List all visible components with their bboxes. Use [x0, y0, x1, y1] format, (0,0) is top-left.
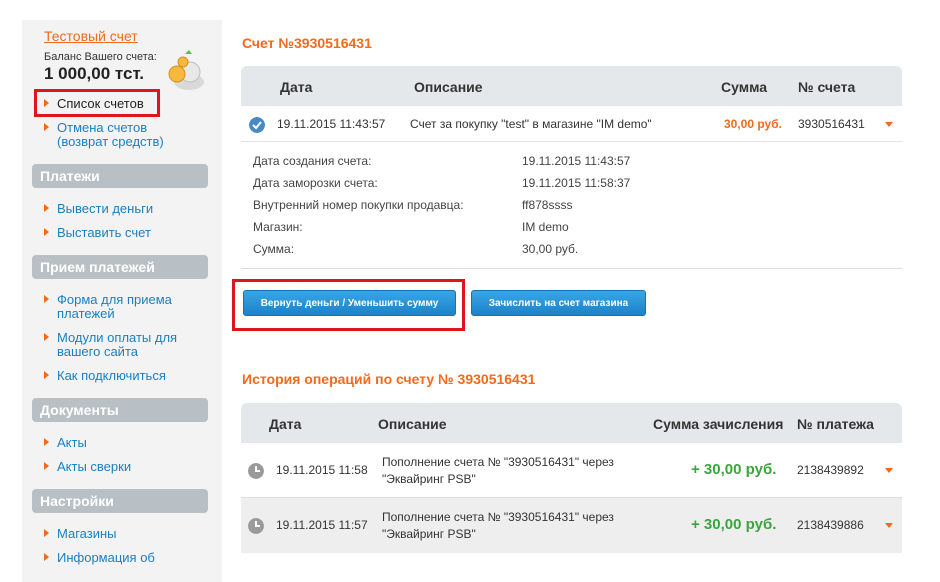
arrow-right-icon [44, 228, 49, 236]
arrow-right-icon [44, 204, 49, 212]
arrow-right-icon [44, 295, 49, 303]
sidebar-item-label: Вывести деньги [57, 201, 154, 216]
arrow-right-icon [44, 371, 49, 379]
sidebar-item-info[interactable]: Информация об [44, 551, 155, 565]
history-num: 2138439886 [797, 518, 864, 532]
expand-caret-icon[interactable] [885, 122, 893, 127]
detail-label: Внутренний номер покупки продавца: [253, 198, 464, 212]
divider [241, 268, 902, 269]
history-date: 19.11.2015 11:58 [276, 463, 368, 477]
history-desc-line2: "Эквайринг PSB" [382, 527, 476, 541]
detail-label: Магазин: [253, 220, 303, 234]
clock-icon [248, 463, 264, 479]
history-desc-line1: Пополнение счета № "3930516431" через [382, 510, 614, 524]
arrow-right-icon [44, 529, 49, 537]
sidebar-item-payment-modules[interactable]: Модули оплаты для вашего сайта [44, 331, 197, 359]
history-num: 2138439892 [797, 463, 864, 477]
expand-caret-icon[interactable] [885, 523, 893, 528]
invoice-title: Счет №3930516431 [242, 35, 372, 51]
detail-label: Сумма: [253, 242, 295, 256]
sidebar-item-label: Отмена счетов (возврат средств) [57, 120, 164, 149]
detail-value: IM demo [522, 220, 569, 234]
arrow-right-icon [44, 123, 49, 131]
balance-value: 1 000,00 тст. [44, 64, 145, 83]
detail-value: 30,00 руб. [522, 242, 579, 256]
section-header-documents: Документы [32, 398, 208, 422]
sidebar-item-issue-invoice[interactable]: Выставить счет [44, 226, 151, 240]
sidebar-item-reconciliation[interactable]: Акты сверки [44, 460, 131, 474]
invoice-table-header: Дата Описание Сумма № счета [241, 66, 902, 106]
sidebar-item-cancel-invoices[interactable]: Отмена счетов (возврат средств) [44, 121, 197, 149]
arrow-right-icon [44, 462, 49, 470]
check-icon [249, 117, 265, 133]
highlight-box [232, 279, 465, 331]
detail-value: 19.11.2015 11:58:37 [522, 176, 631, 190]
section-header-accept-payments: Прием платежей [32, 255, 208, 279]
col-desc: Описание [414, 79, 483, 95]
history-row[interactable]: 19.11.2015 11:57 Пополнение счета № "393… [241, 498, 902, 553]
sidebar-item-label: Акты сверки [57, 459, 132, 474]
detail-value: 19.11.2015 11:43:57 [522, 154, 631, 168]
sidebar-item-label: Форма для приема платежей [57, 292, 172, 321]
detail-label: Дата создания счета: [253, 154, 372, 168]
history-desc-line1: Пополнение счета № "3930516431" через [382, 455, 614, 469]
credit-shop-button[interactable]: Зачислить на счет магазина [471, 290, 646, 316]
sidebar-item-label: Модули оплаты для вашего сайта [57, 330, 178, 359]
history-sum: + 30,00 руб. [691, 461, 777, 478]
invoice-desc: Счет за покупку "test" в магазине "IM de… [410, 117, 652, 131]
history-table-header: Дата Описание Сумма зачисления № платежа [241, 403, 902, 443]
detail-label: Дата заморозки счета: [253, 176, 378, 190]
arrow-right-icon [44, 438, 49, 446]
highlight-box [241, 548, 902, 551]
sidebar-item-withdraw[interactable]: Вывести деньги [44, 202, 153, 216]
history-desc-line2: "Эквайринг PSB" [382, 472, 476, 486]
balance-label: Баланс Вашего счета: [44, 51, 157, 63]
account-title-link[interactable]: Тестовый счет [44, 28, 138, 44]
highlight-box [34, 89, 160, 117]
sidebar-item-how-to-connect[interactable]: Как подключиться [44, 369, 166, 383]
section-header-settings: Настройки [32, 489, 208, 513]
sidebar-item-label: Выставить счет [57, 225, 151, 240]
sidebar-item-shops[interactable]: Магазины [44, 527, 117, 541]
col-num: № платежа [797, 416, 874, 432]
history-row[interactable]: 19.11.2015 11:58 Пополнение счета № "393… [241, 443, 902, 498]
sidebar-item-payment-form[interactable]: Форма для приема платежей [44, 293, 197, 321]
expand-caret-icon[interactable] [885, 468, 893, 473]
invoice-sum: 30,00 руб. [724, 117, 782, 131]
arrow-right-icon [44, 553, 49, 561]
clock-icon [248, 518, 264, 534]
col-desc: Описание [378, 416, 447, 432]
history-sum: + 30,00 руб. [691, 516, 777, 533]
history-title: История операций по счету № 3930516431 [242, 371, 536, 387]
arrow-right-icon [44, 333, 49, 341]
col-num: № счета [798, 79, 856, 95]
invoice-row[interactable]: 19.11.2015 11:43:57 Счет за покупку "tes… [241, 106, 902, 142]
sidebar-item-label: Акты [57, 435, 87, 450]
sidebar-item-label: Как подключиться [57, 368, 166, 383]
sidebar-item-label: Информация об [57, 550, 155, 565]
invoice-table: Дата Описание Сумма № счета 19.11.2015 1… [241, 66, 902, 142]
history-table: Дата Описание Сумма зачисления № платежа… [241, 403, 902, 553]
col-date: Дата [280, 79, 313, 95]
sidebar-item-acts[interactable]: Акты [44, 436, 87, 450]
sidebar-item-label: Магазины [57, 526, 117, 541]
section-header-payments: Платежи [32, 164, 208, 188]
col-sum: Сумма зачисления [653, 416, 784, 432]
col-sum: Сумма [721, 79, 768, 95]
detail-value: ff878ssss [522, 198, 573, 212]
coins-icon [168, 50, 204, 90]
history-date: 19.11.2015 11:57 [276, 518, 368, 532]
invoice-num: 3930516431 [798, 117, 865, 131]
invoice-date: 19.11.2015 11:43:57 [277, 117, 386, 131]
col-date: Дата [269, 416, 302, 432]
